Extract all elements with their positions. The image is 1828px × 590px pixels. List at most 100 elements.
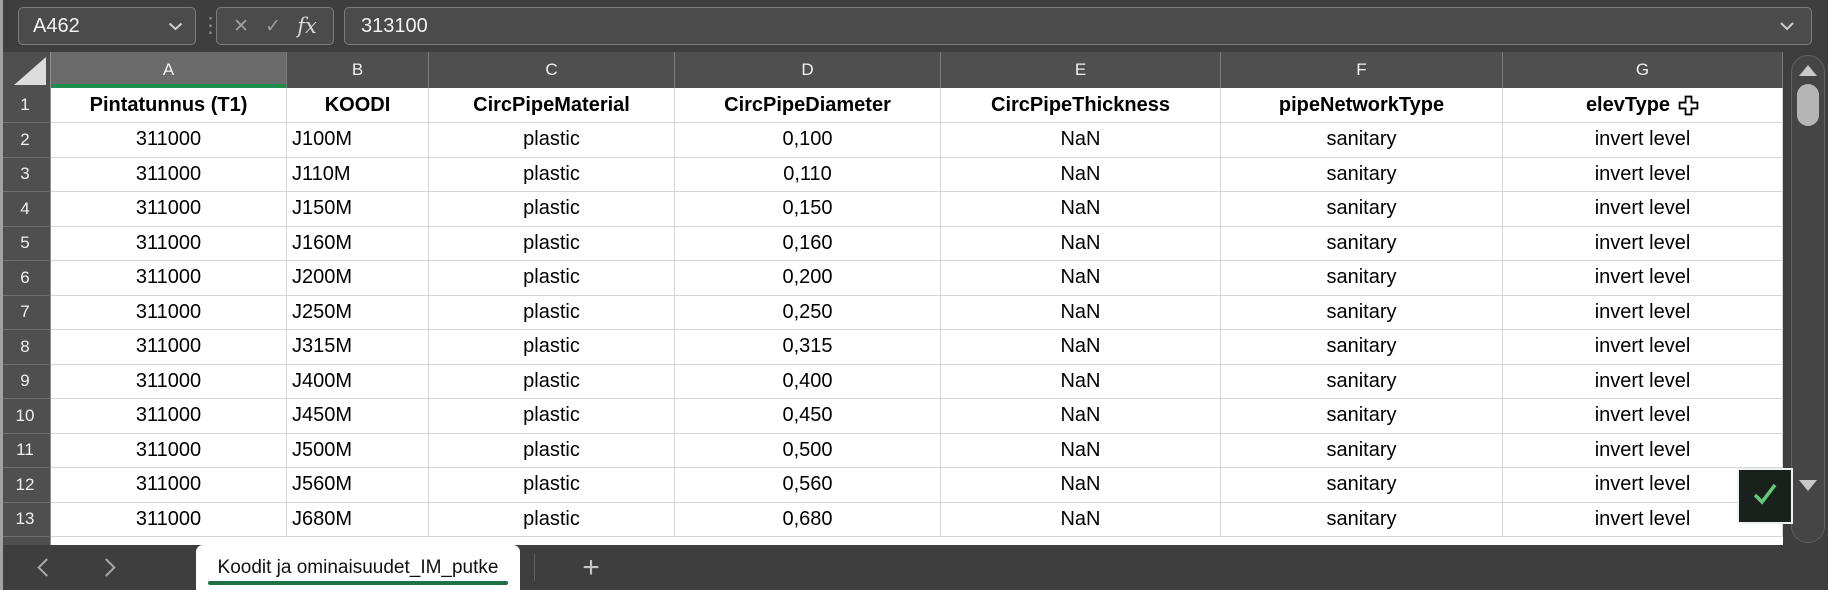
cell[interactable]: invert level xyxy=(1503,296,1783,331)
active-sheet-tab[interactable]: Koodit ja ominaisuudet_IM_putke xyxy=(196,545,520,590)
cell[interactable]: plastic xyxy=(429,468,675,503)
cell[interactable]: 311000 xyxy=(51,365,287,400)
cell[interactable]: Pintatunnus (T1) xyxy=(51,88,287,123)
row-number[interactable]: 4 xyxy=(0,192,51,227)
column-header-d[interactable]: D xyxy=(675,52,941,88)
cell[interactable]: sanitary xyxy=(1221,503,1503,538)
cell[interactable]: KOODI xyxy=(287,88,429,123)
cell[interactable]: NaN xyxy=(941,468,1221,503)
cell[interactable]: 311000 xyxy=(51,296,287,331)
formula-input[interactable]: 313100 xyxy=(344,7,1812,45)
cell[interactable]: sanitary xyxy=(1221,434,1503,469)
cell[interactable]: sanitary xyxy=(1221,227,1503,262)
vertical-scrollbar-thumb[interactable] xyxy=(1797,84,1819,126)
cell[interactable]: sanitary xyxy=(1221,399,1503,434)
chevron-down-icon[interactable] xyxy=(168,22,183,31)
cell[interactable]: J450M xyxy=(287,399,429,434)
enter-icon[interactable]: ✓ xyxy=(265,15,281,38)
cell[interactable]: 0,200 xyxy=(675,261,941,296)
row-number[interactable]: 11 xyxy=(0,434,51,469)
cell[interactable]: J200M xyxy=(287,261,429,296)
add-sheet-button[interactable]: + xyxy=(570,545,612,590)
cell[interactable]: 0,160 xyxy=(675,227,941,262)
row-number[interactable]: 7 xyxy=(0,296,51,331)
scroll-down-icon[interactable] xyxy=(1799,480,1817,491)
cell[interactable]: J110M xyxy=(287,158,429,193)
cell[interactable]: J315M xyxy=(287,330,429,365)
confirm-button[interactable] xyxy=(1737,468,1793,524)
cell[interactable]: NaN xyxy=(941,296,1221,331)
cell[interactable]: 0,315 xyxy=(675,330,941,365)
scroll-up-icon[interactable] xyxy=(1799,65,1817,76)
next-sheet-icon[interactable] xyxy=(97,558,115,576)
cell[interactable]: 0,450 xyxy=(675,399,941,434)
row-number[interactable]: 10 xyxy=(0,399,51,434)
cell[interactable]: sanitary xyxy=(1221,158,1503,193)
cell[interactable]: NaN xyxy=(941,365,1221,400)
row-number[interactable]: 12 xyxy=(0,468,51,503)
cell[interactable]: 0,400 xyxy=(675,365,941,400)
row-number[interactable]: 8 xyxy=(0,330,51,365)
row-number[interactable]: 9 xyxy=(0,365,51,400)
row-number[interactable]: 6 xyxy=(0,261,51,296)
cell[interactable]: 311000 xyxy=(51,434,287,469)
cell[interactable]: plastic xyxy=(429,503,675,538)
cell[interactable]: 311000 xyxy=(51,261,287,296)
cell[interactable]: invert level xyxy=(1503,192,1783,227)
cell[interactable]: pipeNetworkType xyxy=(1221,88,1503,123)
cell[interactable]: 311000 xyxy=(51,123,287,158)
cell[interactable]: invert level xyxy=(1503,227,1783,262)
cell[interactable]: 0,680 xyxy=(675,503,941,538)
column-header-e[interactable]: E xyxy=(941,52,1221,88)
cell[interactable]: sanitary xyxy=(1221,365,1503,400)
cell[interactable]: plastic xyxy=(429,192,675,227)
cell[interactable]: elevType xyxy=(1503,88,1783,123)
column-header-b[interactable]: B xyxy=(287,52,429,88)
cell[interactable]: 311000 xyxy=(51,503,287,538)
cell[interactable]: invert level xyxy=(1503,330,1783,365)
cell[interactable]: 311000 xyxy=(51,192,287,227)
cell[interactable]: plastic xyxy=(429,261,675,296)
cell[interactable]: sanitary xyxy=(1221,296,1503,331)
insert-function-icon[interactable]: fx xyxy=(297,14,317,38)
cell[interactable]: 311000 xyxy=(51,330,287,365)
cell[interactable]: 0,560 xyxy=(675,468,941,503)
cell[interactable]: J680M xyxy=(287,503,429,538)
cell[interactable]: J560M xyxy=(287,468,429,503)
cell[interactable]: J500M xyxy=(287,434,429,469)
cell[interactable]: CircPipeThickness xyxy=(941,88,1221,123)
row-number[interactable]: 3 xyxy=(0,158,51,193)
cell[interactable]: plastic xyxy=(429,399,675,434)
previous-sheet-icon[interactable] xyxy=(37,558,55,576)
cell[interactable]: NaN xyxy=(941,399,1221,434)
expand-formula-bar-icon[interactable] xyxy=(1779,21,1795,31)
cell[interactable]: plastic xyxy=(429,123,675,158)
cell[interactable]: NaN xyxy=(941,227,1221,262)
cell[interactable]: CircPipeDiameter xyxy=(675,88,941,123)
cell[interactable]: plastic xyxy=(429,365,675,400)
cell[interactable]: sanitary xyxy=(1221,192,1503,227)
cell[interactable]: invert level xyxy=(1503,434,1783,469)
column-header-c[interactable]: C xyxy=(429,52,675,88)
cell[interactable]: NaN xyxy=(941,434,1221,469)
column-header-g[interactable]: G xyxy=(1503,52,1783,88)
cell[interactable]: invert level xyxy=(1503,365,1783,400)
cell[interactable]: 0,250 xyxy=(675,296,941,331)
cell[interactable]: NaN xyxy=(941,330,1221,365)
cell[interactable]: CircPipeMaterial xyxy=(429,88,675,123)
cell[interactable]: sanitary xyxy=(1221,123,1503,158)
cell[interactable]: NaN xyxy=(941,123,1221,158)
cell[interactable]: NaN xyxy=(941,192,1221,227)
cell[interactable]: J150M xyxy=(287,192,429,227)
column-header-a[interactable]: A xyxy=(51,52,287,88)
cell[interactable]: plastic xyxy=(429,330,675,365)
cell[interactable]: invert level xyxy=(1503,261,1783,296)
cell[interactable]: sanitary xyxy=(1221,261,1503,296)
cell[interactable]: invert level xyxy=(1503,158,1783,193)
cell[interactable]: plastic xyxy=(429,158,675,193)
column-header-f[interactable]: F xyxy=(1221,52,1503,88)
cell[interactable]: 311000 xyxy=(51,158,287,193)
cell[interactable]: 0,150 xyxy=(675,192,941,227)
cell[interactable]: plastic xyxy=(429,296,675,331)
cell[interactable]: J100M xyxy=(287,123,429,158)
